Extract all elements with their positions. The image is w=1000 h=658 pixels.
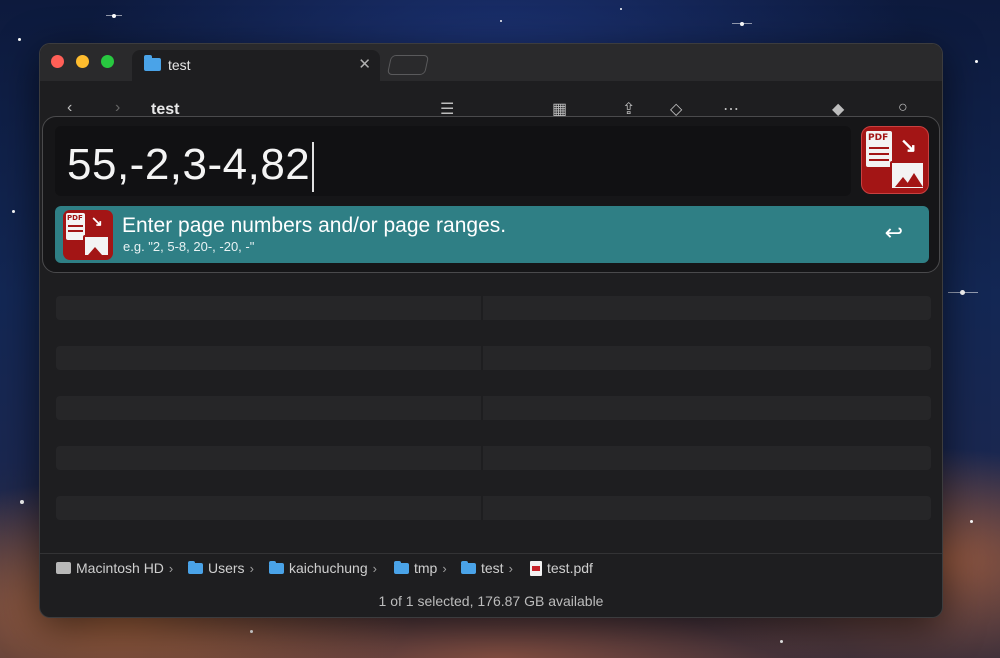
tab-title: test bbox=[168, 57, 191, 73]
result-item-page-range[interactable]: PDF ↘ Enter page numbers and/or page ran… bbox=[55, 206, 929, 263]
path-separator: › bbox=[168, 560, 174, 576]
path-item-test-pdf[interactable]: test.pdf bbox=[530, 560, 593, 576]
doc-line bbox=[68, 225, 83, 227]
list-row bbox=[56, 446, 931, 470]
path-item-label: kaichuchung bbox=[289, 560, 368, 576]
folder-icon bbox=[144, 55, 161, 71]
toolbar: ‹ › test ☰ ▦ ⇪ ◇ ⋯ ◆ ○ bbox=[40, 81, 942, 121]
path-item-label: tmp bbox=[414, 560, 438, 576]
star bbox=[970, 520, 973, 523]
pdf-label: PDF bbox=[67, 214, 83, 222]
path-item-macintosh-hd[interactable]: Macintosh HD › bbox=[56, 560, 173, 576]
back-icon[interactable]: ‹ bbox=[67, 99, 72, 117]
path-separator: › bbox=[249, 560, 254, 576]
doc-line bbox=[869, 147, 889, 149]
path-item-kaichuchung[interactable]: kaichuchung › bbox=[269, 560, 377, 576]
list-row bbox=[56, 346, 931, 370]
star bbox=[18, 38, 21, 41]
result-title: Enter page numbers and/or page ranges. bbox=[122, 214, 507, 237]
launcher-panel: 55,-2,3-4,82 PDF ↘ PDF ↘ Enter page numb… bbox=[42, 116, 940, 273]
star bbox=[780, 640, 783, 643]
star-flare bbox=[948, 292, 978, 293]
home-folder-icon bbox=[269, 560, 284, 574]
path-item-tmp[interactable]: tmp › bbox=[394, 560, 447, 576]
arrow-down-icon: ↘ bbox=[91, 213, 103, 229]
path-item-label: test bbox=[481, 560, 504, 576]
title-bar: test ✕ bbox=[40, 44, 942, 81]
file-list bbox=[40, 284, 942, 554]
star bbox=[500, 20, 502, 22]
star-flare bbox=[106, 15, 122, 16]
column-divider bbox=[481, 284, 483, 554]
text-caret bbox=[312, 142, 314, 192]
list-row bbox=[56, 496, 931, 520]
doc-line bbox=[68, 230, 83, 232]
list-row bbox=[56, 296, 931, 320]
query-text: 55,-2,3-4,82 bbox=[67, 140, 311, 189]
pdf-file-icon bbox=[530, 560, 542, 576]
return-key-icon: ↩ bbox=[884, 220, 903, 245]
hard-drive-icon bbox=[56, 562, 71, 574]
star bbox=[12, 210, 15, 213]
forward-icon[interactable]: › bbox=[115, 99, 120, 117]
minimize-window-button[interactable] bbox=[76, 55, 89, 68]
folder-icon bbox=[394, 560, 409, 574]
path-separator: › bbox=[372, 560, 377, 576]
pdf-to-image-app-icon: PDF ↘ bbox=[63, 210, 113, 260]
search-icon[interactable]: ○ bbox=[898, 99, 908, 117]
result-subtitle: e.g. "2, 5-8, 20-, -20, -" bbox=[123, 239, 255, 254]
status-bar: 1 of 1 selected, 176.87 GB available bbox=[378, 593, 604, 609]
mountain-shape bbox=[88, 247, 102, 255]
list-row bbox=[56, 396, 931, 420]
zoom-window-button[interactable] bbox=[101, 55, 114, 68]
path-item-users[interactable]: Users › bbox=[188, 560, 254, 576]
tab-test[interactable]: test ✕ bbox=[132, 50, 380, 81]
close-window-button[interactable] bbox=[51, 55, 64, 68]
star-flare bbox=[732, 23, 752, 24]
doc-line bbox=[869, 159, 889, 161]
path-item-label: test.pdf bbox=[547, 560, 593, 576]
new-tab-button[interactable] bbox=[386, 55, 430, 75]
pdf-to-image-app-icon: PDF ↘ bbox=[861, 126, 929, 194]
path-item-label: Macintosh HD bbox=[76, 560, 164, 576]
path-item-test[interactable]: test › bbox=[461, 560, 513, 576]
path-item-label: Users bbox=[208, 560, 245, 576]
folder-icon bbox=[188, 560, 203, 574]
path-bar: Macintosh HD › Users › kaichuchung › tmp… bbox=[40, 553, 942, 579]
query-input[interactable]: 55,-2,3-4,82 bbox=[55, 126, 851, 196]
arrow-down-icon: ↘ bbox=[900, 135, 917, 157]
star bbox=[250, 630, 253, 633]
folder-icon bbox=[461, 560, 476, 574]
path-separator: › bbox=[508, 560, 513, 576]
star bbox=[20, 500, 24, 504]
star bbox=[975, 60, 978, 63]
star bbox=[620, 8, 622, 10]
pdf-label: PDF bbox=[868, 133, 889, 143]
close-tab-icon[interactable]: ✕ bbox=[358, 55, 371, 73]
path-separator: › bbox=[442, 560, 447, 576]
mountain-shape bbox=[905, 173, 923, 187]
doc-line bbox=[869, 153, 889, 155]
